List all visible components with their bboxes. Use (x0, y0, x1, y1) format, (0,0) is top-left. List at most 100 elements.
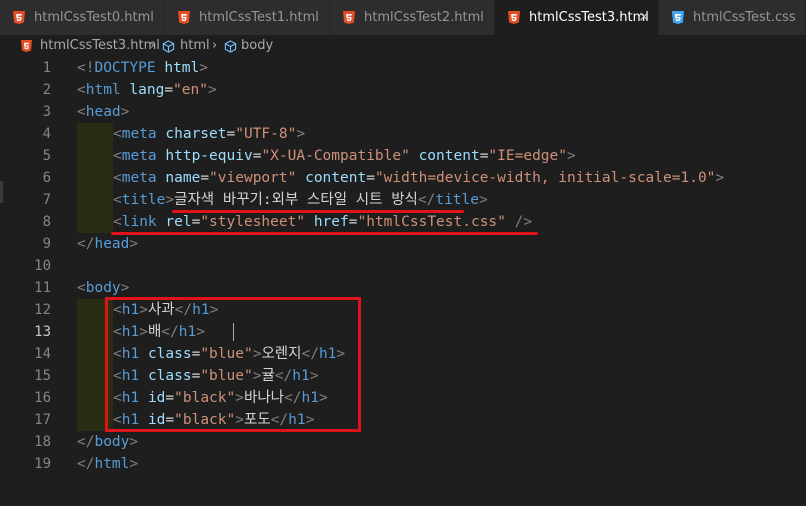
code-token: 글자색 바꾸기:외부 스타일 시트 방식 (174, 192, 418, 208)
code-token: </ (417, 192, 436, 208)
breadcrumb-file[interactable]: htmlCssTest3.html (40, 35, 160, 57)
line-number: 18 (34, 434, 51, 450)
css3-file-icon (672, 11, 684, 24)
html5-file-icon (21, 40, 32, 52)
code-token: html (164, 60, 200, 76)
code-line[interactable]: </head> (77, 233, 138, 255)
line-number: 16 (34, 390, 51, 406)
code-token: meta (121, 170, 157, 186)
line-number: 2 (42, 82, 51, 98)
red-underline-title (172, 210, 464, 213)
breadcrumb-body[interactable]: body (241, 35, 273, 57)
code-token: "htmlCssTest.css" (357, 214, 506, 230)
line-number: 7 (42, 192, 51, 208)
close-icon[interactable]: × (638, 0, 650, 35)
tab-htmlcsstest-css[interactable]: htmlCssTest.css (659, 0, 806, 35)
code-token: > (120, 104, 130, 120)
indent-guide (77, 189, 113, 211)
code-token: > (715, 170, 725, 186)
code-token: head (85, 104, 121, 120)
breadcrumb: htmlCssTest3.html › html › body (0, 35, 806, 57)
code-line[interactable]: <html lang="en"> (77, 79, 217, 101)
tab-htmlcsstest2[interactable]: htmlCssTest2.html (330, 0, 495, 35)
code-token: < (113, 214, 122, 230)
html5-file-icon (178, 11, 190, 24)
code-token: = (200, 170, 210, 186)
code-token: > (120, 280, 130, 296)
code-token: "width=device-width, initial-scale=1.0" (374, 170, 716, 186)
code-token: "en" (173, 82, 208, 98)
code-token: lang (129, 82, 165, 98)
code-token: > (199, 60, 208, 76)
line-number: 14 (34, 346, 51, 362)
tab-htmlcsstest0[interactable]: htmlCssTest0.html (0, 0, 165, 35)
chevron-right-icon: › (150, 38, 156, 53)
code-token: = (164, 82, 174, 98)
line-number: 12 (34, 302, 51, 318)
code-line[interactable]: <!DOCTYPE html> (77, 57, 208, 79)
code-line[interactable]: <title>글자색 바꾸기:외부 스타일 시트 방식</title> (113, 189, 488, 211)
line-number: 4 (42, 126, 51, 142)
code-line[interactable]: <body> (77, 277, 129, 299)
code-token: > (296, 126, 306, 142)
line-number: 3 (42, 104, 51, 120)
code-token: > (129, 456, 139, 472)
code-token: "X-UA-Compatible" (261, 148, 410, 164)
code-line[interactable]: <meta http-equiv="X-UA-Compatible" conte… (113, 145, 576, 167)
line-number: 1 (42, 60, 51, 76)
tab-label: htmlCssTest2.html (364, 10, 484, 25)
html5-file-icon (13, 11, 25, 24)
cube-symbol-icon (162, 40, 175, 53)
code-token: > (479, 192, 488, 208)
code-token: < (113, 148, 122, 164)
code-token: title (121, 192, 166, 208)
code-token: > (129, 236, 139, 252)
code-line[interactable]: <link rel="stylesheet" href="htmlCssTest… (113, 211, 532, 233)
tab-label: htmlCssTest.css (693, 10, 796, 25)
tab-htmlcsstest1[interactable]: htmlCssTest1.html (165, 0, 330, 35)
code-token: </ (77, 434, 95, 450)
code-token: > (165, 192, 175, 208)
code-token: </ (77, 236, 95, 252)
code-token: html (85, 82, 121, 98)
line-number: 6 (42, 170, 51, 186)
code-token: http-equiv (165, 148, 253, 164)
code-token: "stylesheet" (200, 214, 306, 230)
cube-symbol-icon (224, 40, 237, 53)
line-number: 15 (34, 368, 51, 384)
code-line[interactable]: </body> (77, 431, 138, 453)
indent-guide (77, 211, 113, 233)
tab-htmlcsstest3[interactable]: htmlCssTest3.html × (495, 0, 659, 35)
chevron-right-icon: › (212, 38, 218, 53)
red-underline-link (111, 232, 538, 235)
code-token: head (94, 236, 130, 252)
code-token: charset (165, 126, 227, 142)
line-number: 11 (34, 280, 51, 296)
code-token: < (77, 280, 86, 296)
line-number: 8 (42, 214, 51, 230)
code-line[interactable]: </html> (77, 453, 138, 475)
line-number: 17 (34, 412, 51, 428)
tab-label: htmlCssTest0.html (34, 10, 154, 25)
indent-guide (77, 123, 113, 145)
code-token: <! (77, 60, 95, 76)
code-token: href (313, 214, 349, 230)
code-token: content (418, 148, 480, 164)
code-token: meta (121, 148, 157, 164)
indent-guide (77, 167, 113, 189)
code-line[interactable]: <meta name="viewport" content="width=dev… (113, 167, 724, 189)
code-editor[interactable]: 1 <!DOCTYPE html> 2 <html lang="en"> 3 <head>… (0, 57, 806, 506)
code-line[interactable]: <head> (77, 101, 129, 123)
line-number: 10 (34, 258, 51, 274)
code-line[interactable]: <meta charset="UTF-8"> (113, 123, 305, 145)
tab-label: htmlCssTest3.html (529, 10, 649, 25)
code-token: "IE=edge" (488, 148, 567, 164)
code-token: DOCTYPE (94, 60, 156, 76)
breadcrumb-html[interactable]: html (180, 35, 210, 57)
code-token: < (113, 170, 122, 186)
code-token: link (121, 214, 157, 230)
